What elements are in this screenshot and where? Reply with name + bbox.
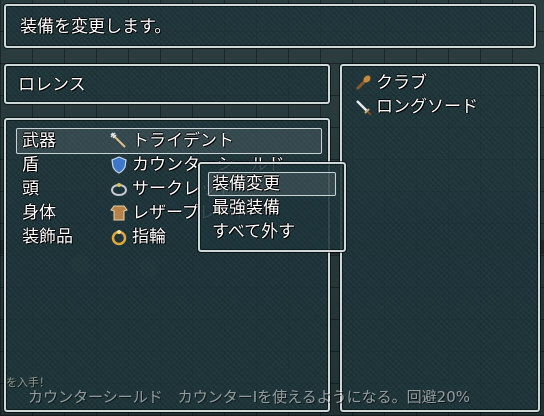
item-name-club: クラブ [376, 73, 427, 93]
equip-command-window: 装備変更 最強装備 すべて外す [198, 162, 346, 252]
slot-label-weapon: 武器 [22, 131, 56, 151]
command-remove-all[interactable]: すべて外す [212, 221, 295, 243]
actor-name-window: ロレンス [4, 64, 330, 104]
command-optimize[interactable]: 最強装備 [212, 197, 280, 219]
trident-icon [110, 132, 126, 148]
item-description-message: カウンターシールド カウンターIを使えるようになる。回避20% [28, 388, 471, 406]
help-window: 装備を変更します。 [4, 4, 536, 48]
actor-name: ロレンス [18, 75, 86, 95]
slot-label-body: 身体 [22, 203, 56, 223]
slot-item-weapon: トライデント [132, 131, 234, 151]
sword-icon [356, 100, 372, 116]
shield-icon [111, 156, 127, 174]
help-text: 装備を変更します。 [20, 17, 172, 37]
slot-label-shield: 盾 [22, 155, 39, 175]
item-list-window: クラブ ロングソード [340, 64, 540, 412]
slot-label-head: 頭 [22, 179, 39, 199]
command-change-equip[interactable]: 装備変更 [212, 173, 280, 195]
slot-item-accessory: 指輪 [132, 227, 166, 247]
ring-icon [111, 230, 127, 246]
slot-label-accessory: 装飾品 [22, 227, 73, 247]
club-icon [355, 75, 371, 91]
item-name-longsword: ロングソード [376, 97, 478, 117]
circlet-icon [111, 183, 127, 196]
armor-icon [110, 205, 128, 221]
